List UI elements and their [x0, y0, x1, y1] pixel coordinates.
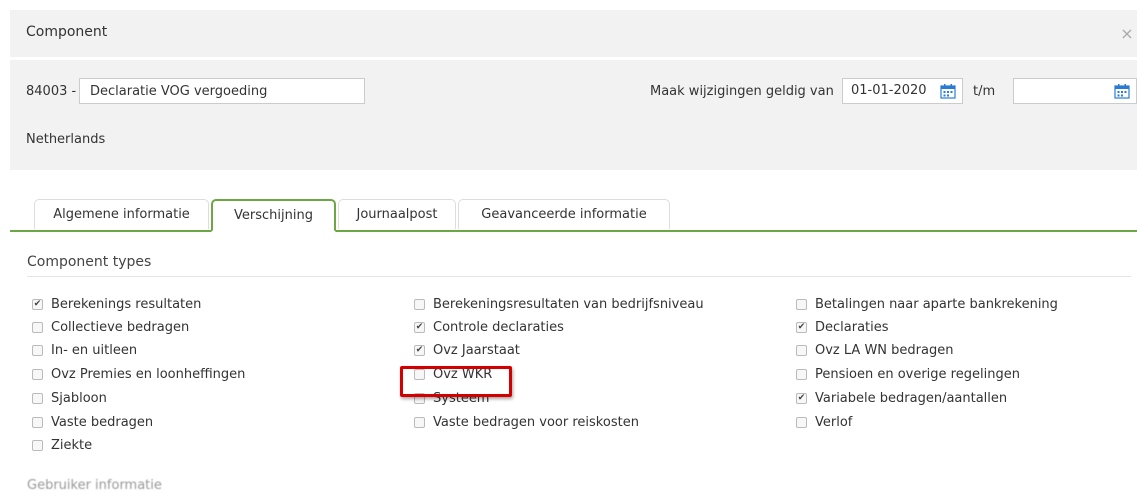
checkbox-label: Vaste bedragen [51, 414, 154, 430]
checkbox-unchecked[interactable] [796, 368, 807, 380]
calendar-icon[interactable] [1114, 83, 1130, 99]
highlight-annotation [400, 366, 512, 397]
checkbox-label: Vaste bedragen voor reiskosten [433, 414, 639, 430]
tab-geavanceerde-informatie[interactable]: Geavanceerde informatie [458, 199, 670, 229]
country-label: Netherlands [26, 132, 106, 147]
checkbox-label: Declaraties [815, 319, 889, 335]
date-from-value: 01-01-2020 [851, 83, 927, 98]
tab-label: Verschijning [234, 208, 313, 223]
checkbox-item[interactable]: Collectieve bedragen [32, 318, 189, 336]
tab-label: Journaalpost [356, 207, 438, 222]
date-to-label: t/m [973, 84, 996, 99]
checkbox-unchecked[interactable] [32, 344, 43, 356]
checkbox-item[interactable]: Ziekte [32, 436, 92, 454]
checkbox-item[interactable]: Vaste bedragen voor reiskosten [414, 413, 639, 431]
checkbox-unchecked[interactable] [796, 416, 807, 428]
checkbox-unchecked[interactable] [32, 321, 43, 333]
checkbox-item[interactable]: Ovz LA WN bedragen [796, 341, 953, 359]
tab-verschijning[interactable]: Verschijning [211, 199, 336, 232]
close-icon[interactable]: × [1117, 24, 1137, 43]
checkbox-checked[interactable]: ✔ [796, 392, 807, 404]
checkbox-label: Controle declaraties [433, 319, 564, 335]
date-to-field[interactable] [1013, 78, 1137, 104]
checkbox-label: Berekeningsresultaten van bedrijfsniveau [433, 296, 704, 312]
checkbox-checked[interactable]: ✔ [796, 321, 807, 333]
checkbox-item[interactable]: Verlof [796, 413, 852, 431]
checkbox-unchecked[interactable] [32, 439, 43, 451]
checkbox-checked[interactable]: ✔ [414, 344, 425, 356]
checkbox-label: Collectieve bedragen [51, 319, 190, 335]
checkbox-label: Berekenings resultaten [51, 296, 202, 312]
checkbox-unchecked[interactable] [32, 368, 43, 380]
checkbox-label: Verlof [815, 414, 853, 430]
section-divider [27, 276, 1131, 277]
checkbox-label: Betalingen naar aparte bankrekening [815, 296, 1058, 312]
checkbox-checked[interactable]: ✔ [32, 298, 43, 310]
checkbox-item[interactable]: Vaste bedragen [32, 413, 153, 431]
calendar-icon[interactable] [940, 83, 956, 99]
date-from-field[interactable]: 01-01-2020 [842, 78, 963, 104]
checkbox-label: Sjabloon [51, 390, 107, 406]
checkbox-unchecked[interactable] [414, 298, 425, 310]
valid-from-label: Maak wijzigingen geldig van [650, 84, 834, 99]
checkbox-item[interactable]: Ovz Premies en loonheffingen [32, 365, 245, 383]
next-section-title: Gebruiker informatie [27, 478, 162, 493]
tab-algemene-informatie[interactable]: Algemene informatie [34, 199, 209, 229]
checkbox-label: In- en uitleen [51, 342, 138, 358]
component-form: 84003 - Maak wijzigingen geldig van 01-0… [10, 60, 1137, 170]
checkbox-item[interactable]: ✔ Variabele bedragen/aantallen [796, 389, 1007, 407]
checkbox-label: Ovz LA WN bedragen [815, 342, 954, 358]
checkbox-item[interactable]: In- en uitleen [32, 341, 137, 359]
checkbox-label: Ovz Jaarstaat [433, 342, 520, 358]
checkbox-label: Pensioen en overige regelingen [815, 366, 1020, 382]
checkbox-item[interactable]: Sjabloon [32, 389, 107, 407]
checkbox-item[interactable]: ✔ Controle declaraties [414, 318, 564, 336]
tab-label: Algemene informatie [53, 207, 190, 222]
component-name-input[interactable] [79, 78, 365, 104]
tab-label: Geavanceerde informatie [481, 207, 647, 222]
dialog-title: Component [26, 24, 108, 40]
checkbox-unchecked[interactable] [796, 298, 807, 310]
checkbox-item[interactable]: Berekeningsresultaten van bedrijfsniveau [414, 295, 704, 313]
checkbox-item[interactable]: ✔ Berekenings resultaten [32, 295, 201, 313]
tab-underline [10, 230, 1137, 232]
checkbox-unchecked[interactable] [32, 392, 43, 404]
component-code: 84003 - [26, 84, 77, 99]
checkbox-item[interactable]: ✔ Declaraties [796, 318, 889, 336]
checkbox-unchecked[interactable] [32, 416, 43, 428]
dialog-header: Component × [10, 10, 1137, 57]
checkbox-unchecked[interactable] [414, 416, 425, 428]
checkbox-label: Ziekte [51, 437, 93, 453]
section-title: Component types [27, 254, 152, 270]
checkbox-item[interactable]: Pensioen en overige regelingen [796, 365, 1020, 383]
checkbox-item[interactable]: ✔ Ovz Jaarstaat [414, 341, 520, 359]
checkbox-item[interactable]: Betalingen naar aparte bankrekening [796, 295, 1058, 313]
checkbox-unchecked[interactable] [796, 344, 807, 356]
checkbox-label: Ovz Premies en loonheffingen [51, 366, 246, 382]
checkbox-label: Variabele bedragen/aantallen [815, 390, 1008, 406]
checkbox-checked[interactable]: ✔ [414, 321, 425, 333]
tab-journaalpost[interactable]: Journaalpost [338, 199, 456, 229]
